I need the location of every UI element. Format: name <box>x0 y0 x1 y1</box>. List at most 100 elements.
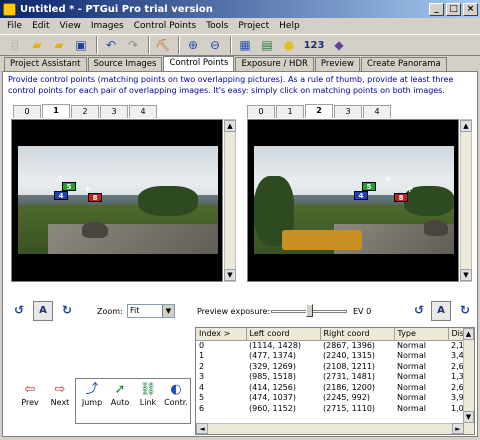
menu-images[interactable]: Images <box>86 21 129 31</box>
next-button[interactable]: ⇨ Next <box>45 382 75 422</box>
scroll-up-arrow[interactable]: ▲ <box>224 120 236 132</box>
undo-icon[interactable]: ↶ <box>102 36 120 54</box>
control-point-marker[interactable]: 4 <box>54 191 68 200</box>
menu-help[interactable]: Help <box>274 21 305 31</box>
jump-button[interactable]: ⤴ Jump <box>78 382 106 407</box>
auto-button[interactable]: ➚ Auto <box>106 382 134 407</box>
redo-icon[interactable]: ↷ <box>124 36 142 54</box>
maximize-button[interactable]: □ <box>446 2 461 16</box>
cell-right-coord: (2108, 1211) <box>323 361 376 371</box>
right-image-tab[interactable]: 3 <box>334 105 362 118</box>
control-points-table[interactable]: Index > Left coord Right coord Type Dist… <box>195 327 475 435</box>
left-image-tab[interactable]: 2 <box>71 105 99 118</box>
table-row[interactable]: 1 (477, 1374) (2240, 1315) Normal 3,4 <box>196 351 471 362</box>
menu-edit[interactable]: Edit <box>27 21 54 31</box>
scroll-right-arrow[interactable]: ► <box>452 423 464 434</box>
prev-label: Prev <box>21 398 39 407</box>
cell-type: Normal <box>397 372 426 382</box>
table-row[interactable]: 3 (985, 1518) (2731, 1481) Normal 1,3 <box>196 372 471 383</box>
menu-file[interactable]: File <box>2 21 27 31</box>
menu-view[interactable]: View <box>55 21 86 31</box>
contr-button[interactable]: ◐ Contr. <box>162 382 190 407</box>
trees <box>138 186 198 216</box>
left-image-tab[interactable]: 0 <box>13 105 41 118</box>
zoom-in-icon[interactable]: ⊕ <box>184 36 202 54</box>
control-point-marker[interactable]: 8 <box>88 193 102 202</box>
ev-label: EV 0 <box>353 307 372 316</box>
scroll-down-arrow[interactable]: ▼ <box>224 269 236 281</box>
rotate-left-icon[interactable]: ↺ <box>9 301 29 321</box>
left-image-tab[interactable]: 1 <box>42 104 70 118</box>
right-image-tab[interactable]: 1 <box>276 105 304 118</box>
left-vertical-scrollbar[interactable]: ▲ ▼ <box>224 119 236 282</box>
tab-source-images[interactable]: Source Images <box>87 57 163 71</box>
cell-right-coord: (2240, 1315) <box>323 351 376 361</box>
zoom-select[interactable]: Fit ▼ <box>127 304 175 318</box>
table-vertical-scrollbar[interactable]: ▲ ▼ <box>463 328 474 434</box>
zoom-out-icon[interactable]: ⊖ <box>206 36 224 54</box>
table-row[interactable]: 2 (329, 1269) (2108, 1211) Normal 2,6 <box>196 361 471 372</box>
tab-preview[interactable]: Preview <box>314 57 360 71</box>
right-image-tab[interactable]: 2 <box>305 104 333 118</box>
left-image-tabs: 0 1 2 3 4 <box>13 104 158 119</box>
table-row[interactable]: 6 (960, 1152) (2715, 1110) Normal 1,0 <box>196 403 471 414</box>
numbering-icon[interactable]: 123 <box>302 36 326 54</box>
menu-tools[interactable]: Tools <box>201 21 233 31</box>
prev-button[interactable]: ⇦ Prev <box>15 382 45 422</box>
scroll-down-arrow[interactable]: ▼ <box>463 411 474 423</box>
right-image-viewer[interactable]: + + 5 4 8 <box>247 119 459 282</box>
rock <box>424 220 448 236</box>
tab-control-points[interactable]: Control Points <box>163 56 235 71</box>
control-point-marker[interactable]: 5 <box>362 182 376 191</box>
chevron-down-icon[interactable]: ▼ <box>162 305 174 317</box>
link-button[interactable]: ⛓ Link <box>134 382 162 407</box>
cell-type: Normal <box>397 382 426 392</box>
panorama-editor-icon[interactable]: ▦ <box>236 36 254 54</box>
right-image-tab[interactable]: 0 <box>247 105 275 118</box>
left-image-tab[interactable]: 3 <box>100 105 128 118</box>
control-point-marker[interactable]: 8 <box>394 193 408 202</box>
cell-index: 2 <box>199 361 205 371</box>
menu-control-points[interactable]: Control Points <box>129 21 201 31</box>
cell-index: 5 <box>199 393 205 403</box>
left-image-tab[interactable]: 4 <box>129 105 157 118</box>
tab-exposure-hdr[interactable]: Exposure / HDR <box>235 57 314 71</box>
align-images-icon[interactable]: ⛏ <box>154 36 172 54</box>
table-row[interactable]: 0 (1114, 1428) (2867, 1396) Normal 2,1 <box>196 340 471 351</box>
table-row[interactable]: 5 (474, 1037) (2245, 992) Normal 3,9 <box>196 393 471 404</box>
save-icon[interactable]: ▣ <box>72 36 90 54</box>
new-file-icon[interactable]: ▯ <box>6 36 24 54</box>
control-point-marker[interactable]: 5 <box>62 182 76 191</box>
col-type[interactable]: Type <box>394 328 449 341</box>
right-image-tab[interactable]: 4 <box>363 105 391 118</box>
control-point-marker[interactable]: 4 <box>354 191 368 200</box>
scroll-up-arrow[interactable]: ▲ <box>460 120 472 132</box>
tab-create-panorama[interactable]: Create Panorama <box>361 57 447 71</box>
minimize-button[interactable]: _ <box>429 2 444 16</box>
rotate-right-icon[interactable]: ↻ <box>455 301 475 321</box>
right-vertical-scrollbar[interactable]: ▲ ▼ <box>460 119 472 282</box>
menu-project[interactable]: Project <box>233 21 274 31</box>
rotate-left-icon[interactable]: ↺ <box>409 301 429 321</box>
scroll-left-arrow[interactable]: ◄ <box>196 423 208 434</box>
close-button[interactable]: × <box>463 2 478 16</box>
col-left-coord[interactable]: Left coord <box>246 328 321 341</box>
table-icon[interactable]: ▤ <box>258 36 276 54</box>
jump-icon: ⤴ <box>85 382 99 397</box>
exposure-slider-thumb[interactable] <box>306 304 313 317</box>
left-image-viewer[interactable]: + + 5 4 8 <box>11 119 223 282</box>
scroll-up-arrow[interactable]: ▲ <box>463 328 474 340</box>
rotate-right-icon[interactable]: ↻ <box>57 301 77 321</box>
open-recent-icon[interactable]: ▰ <box>50 36 68 54</box>
scroll-down-arrow[interactable]: ▼ <box>460 269 472 281</box>
right-auto-button[interactable]: A <box>431 301 451 321</box>
open-folder-icon[interactable]: ▰ <box>28 36 46 54</box>
left-auto-button[interactable]: A <box>33 301 53 321</box>
col-right-coord[interactable]: Right coord <box>320 328 395 341</box>
light-bulb-icon[interactable]: ● <box>280 36 298 54</box>
table-horizontal-scrollbar[interactable]: ◄ ► <box>196 423 464 434</box>
book-icon[interactable]: ◆ <box>330 36 348 54</box>
col-index[interactable]: Index > <box>196 328 247 341</box>
tab-project-assistant[interactable]: Project Assistant <box>4 57 87 71</box>
table-row[interactable]: 4 (414, 1256) (2186, 1200) Normal 2,6 <box>196 382 471 393</box>
